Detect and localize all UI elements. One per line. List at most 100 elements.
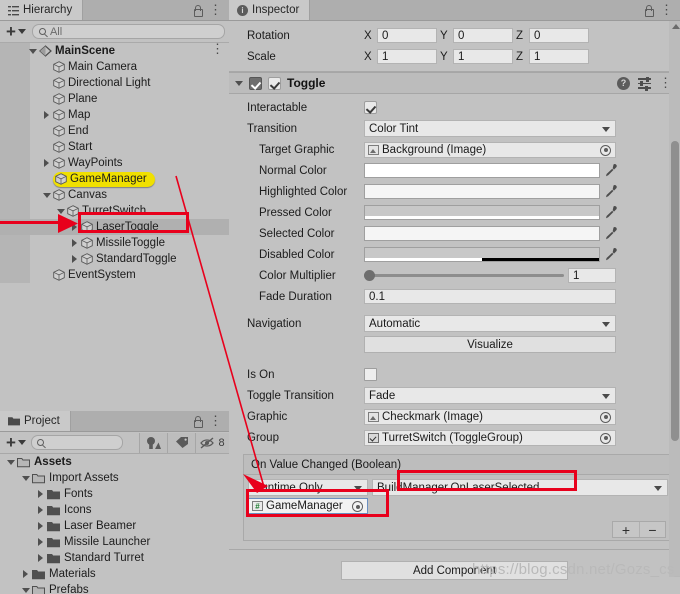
hierarchy-item-map[interactable]: Map — [0, 107, 229, 123]
slider-handle[interactable] — [364, 270, 375, 281]
object-picker-icon[interactable] — [600, 411, 611, 423]
chevron-down-icon[interactable] — [56, 208, 65, 214]
event-remove-button[interactable]: − — [639, 522, 665, 538]
selected-color-swatch[interactable] — [364, 226, 600, 241]
hierarchy-row-menu-icon[interactable]: ⋮ — [211, 42, 224, 55]
is-on-checkbox[interactable] — [364, 368, 377, 381]
preset-icon[interactable] — [638, 76, 651, 91]
transition-dropdown[interactable]: Color Tint — [364, 120, 616, 137]
pressed-color-swatch[interactable] — [364, 205, 600, 220]
hierarchy-item-directional-light[interactable]: Directional Light — [0, 75, 229, 91]
help-icon[interactable]: ? — [617, 76, 630, 90]
chevron-right-icon[interactable] — [72, 239, 77, 247]
project-item-assets[interactable]: Assets — [0, 454, 229, 470]
foldout-toggle[interactable] — [19, 570, 32, 578]
project-item-import-assets[interactable]: Import Assets — [0, 470, 229, 486]
normal-color-swatch[interactable] — [364, 163, 600, 178]
interactable-checkbox[interactable] — [364, 101, 377, 114]
hierarchy-item-start[interactable]: Start — [0, 139, 229, 155]
lock-icon[interactable] — [644, 4, 654, 17]
chevron-down-icon[interactable] — [235, 80, 243, 86]
scroll-up-icon[interactable] — [672, 24, 680, 29]
foldout-toggle[interactable] — [34, 538, 47, 546]
chevron-right-icon[interactable] — [44, 159, 49, 167]
event-object-field[interactable]: # GameManager — [248, 498, 368, 514]
chevron-down-icon[interactable] — [28, 48, 37, 54]
eyedropper-icon[interactable] — [603, 205, 617, 220]
project-menu-icon[interactable]: ⋮ — [209, 414, 222, 427]
chevron-right-icon[interactable] — [38, 538, 43, 546]
color-multiplier-slider[interactable] — [364, 270, 564, 281]
object-picker-icon[interactable] — [352, 501, 363, 512]
chevron-down-icon[interactable] — [21, 587, 30, 593]
inspector-scrollbar[interactable] — [669, 21, 680, 577]
chevron-down-icon[interactable] — [42, 192, 51, 198]
lock-icon[interactable] — [193, 4, 203, 17]
foldout-toggle[interactable] — [34, 522, 47, 530]
hierarchy-add-button[interactable]: + — [4, 23, 28, 40]
chevron-right-icon[interactable] — [38, 506, 43, 514]
project-item-standard-turret[interactable]: Standard Turret — [0, 550, 229, 566]
scale-x-input[interactable]: 1 — [377, 49, 437, 64]
scrollbar-thumb[interactable] — [671, 141, 679, 441]
project-item-laser-beamer[interactable]: Laser Beamer — [0, 518, 229, 534]
foldout-toggle[interactable] — [19, 587, 32, 593]
chevron-right-icon[interactable] — [23, 570, 28, 578]
event-add-button[interactable]: + — [613, 522, 639, 538]
tab-project[interactable]: Project — [0, 411, 71, 431]
project-item-icons[interactable]: Icons — [0, 502, 229, 518]
hierarchy-item-lasertoggle[interactable]: LaserToggle — [0, 219, 229, 235]
chevron-down-icon[interactable] — [6, 459, 15, 465]
project-item-missile-launcher[interactable]: Missile Launcher — [0, 534, 229, 550]
object-picker-icon[interactable] — [600, 432, 611, 444]
filter-by-type-button[interactable] — [139, 432, 167, 453]
fade-duration-input[interactable]: 0.1 — [364, 289, 616, 304]
navigation-dropdown[interactable]: Automatic — [364, 315, 616, 332]
hierarchy-item-mainscene[interactable]: MainScene ⋮ — [0, 42, 229, 59]
rotation-y-input[interactable]: 0 — [453, 28, 513, 43]
hierarchy-item-eventsystem[interactable]: EventSystem — [0, 267, 229, 283]
hierarchy-item-standardtoggle[interactable]: StandardToggle — [0, 251, 229, 267]
inspector-menu-icon[interactable]: ⋮ — [660, 3, 673, 16]
foldout-toggle[interactable] — [40, 111, 53, 119]
chevron-right-icon[interactable] — [72, 223, 77, 231]
project-search-input[interactable] — [30, 435, 123, 450]
project-add-button[interactable]: + — [4, 434, 28, 451]
chevron-right-icon[interactable] — [72, 255, 77, 263]
component-enabled-checkbox[interactable] — [268, 76, 281, 90]
hierarchy-menu-icon[interactable]: ⋮ — [209, 3, 222, 16]
color-multiplier-input[interactable]: 1 — [568, 268, 616, 283]
chevron-right-icon[interactable] — [44, 111, 49, 119]
foldout-toggle[interactable] — [68, 239, 81, 247]
foldout-toggle[interactable] — [19, 475, 32, 481]
project-item-materials[interactable]: Materials — [0, 566, 229, 582]
lock-icon[interactable] — [193, 415, 203, 428]
hidden-assets-indicator[interactable]: 8 — [195, 432, 229, 453]
foldout-toggle[interactable] — [54, 208, 67, 214]
hierarchy-item-waypoints[interactable]: WayPoints — [0, 155, 229, 171]
foldout-toggle[interactable] — [34, 506, 47, 514]
filter-by-label-button[interactable] — [167, 432, 195, 453]
tab-inspector[interactable]: i Inspector — [229, 0, 311, 20]
highlighted-color-swatch[interactable] — [364, 184, 600, 199]
eyedropper-icon[interactable] — [603, 247, 617, 262]
project-item-fonts[interactable]: Fonts — [0, 486, 229, 502]
foldout-toggle[interactable] — [34, 490, 47, 498]
graphic-objectfield[interactable]: Checkmark (Image) — [364, 408, 616, 425]
eyedropper-icon[interactable] — [603, 184, 617, 199]
foldout-toggle[interactable] — [34, 554, 47, 562]
scale-z-input[interactable]: 1 — [529, 49, 589, 64]
foldout-toggle[interactable] — [4, 459, 17, 465]
toggle-component-header[interactable]: Toggle ? ⋮ — [229, 72, 680, 94]
toggle-transition-dropdown[interactable]: Fade — [364, 387, 616, 404]
hierarchy-item-missiletoggle[interactable]: MissileToggle — [0, 235, 229, 251]
foldout-toggle[interactable] — [68, 255, 81, 263]
hierarchy-search-input[interactable]: All — [31, 24, 225, 39]
target-graphic-objectfield[interactable]: Background (Image) — [364, 141, 616, 158]
scale-y-input[interactable]: 1 — [453, 49, 513, 64]
chevron-down-icon[interactable] — [21, 475, 30, 481]
visualize-button[interactable]: Visualize — [364, 336, 616, 353]
project-item-prefabs[interactable]: Prefabs — [0, 582, 229, 594]
disabled-color-swatch[interactable] — [364, 247, 600, 262]
hierarchy-item-turretswitch[interactable]: TurretSwitch — [0, 203, 229, 219]
